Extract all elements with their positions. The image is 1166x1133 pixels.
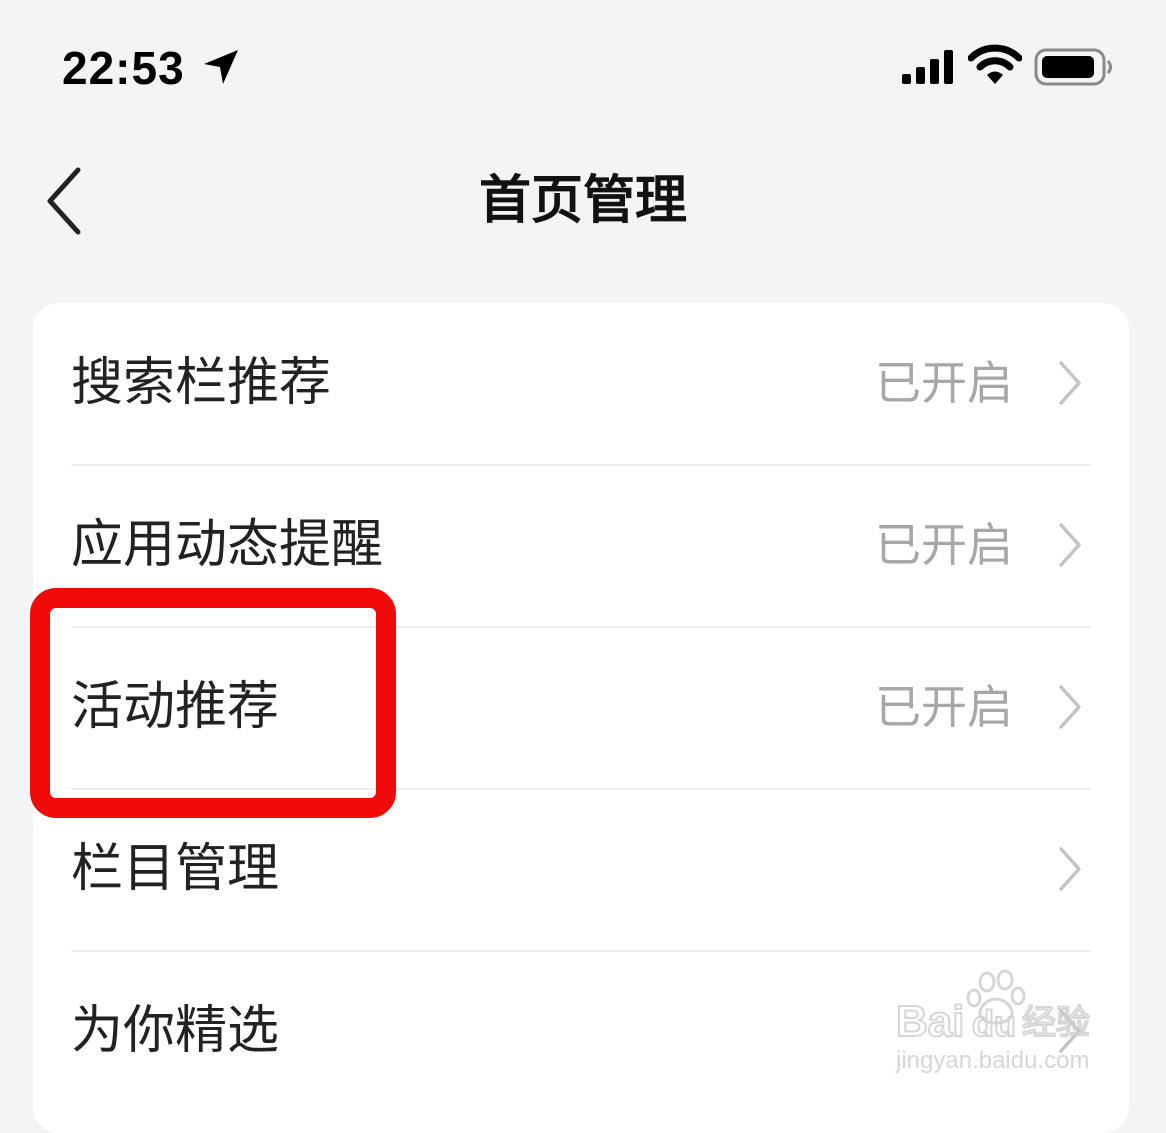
status-time: 22:53 [62,42,185,94]
setting-label: 为你精选 [71,1001,280,1061]
setting-status: 已开启 [875,518,1013,572]
setting-row-app-activity-reminder[interactable]: 应用动态提醒 已开启 [33,465,1129,627]
location-arrow-icon [204,50,238,84]
setting-row-activity-recommend[interactable]: 活动推荐 已开启 [33,627,1129,789]
chevron-right-icon [1059,847,1081,891]
wifi-icon [968,44,1022,84]
svg-text:du: du [972,1003,1016,1044]
chevron-right-icon [1059,361,1081,405]
svg-text:jingyan.baidu.com: jingyan.baidu.com [895,1047,1089,1074]
status-bar: 22:53 [0,0,1166,130]
setting-row-search-bar-recommend[interactable]: 搜索栏推荐 已开启 [33,303,1129,465]
svg-text:经验: 经验 [1022,1003,1090,1043]
setting-label: 搜索栏推荐 [71,353,332,413]
setting-row-column-management[interactable]: 栏目管理 [33,789,1129,951]
chevron-right-icon [1059,523,1081,567]
setting-status: 已开启 [875,680,1013,734]
setting-label: 应用动态提醒 [71,515,384,575]
setting-label: 栏目管理 [71,839,280,899]
setting-status: 已开启 [875,356,1013,410]
setting-label: 活动推荐 [71,677,280,737]
svg-text:Bai: Bai [896,997,964,1046]
baidu-jingyan-watermark: Bai du 经验 jingyan.baidu.com [895,969,1091,1074]
page-title: 首页管理 [478,171,687,231]
cellular-signal-icon [902,50,953,84]
chevron-right-icon [1059,685,1081,729]
battery-icon [1034,48,1112,86]
